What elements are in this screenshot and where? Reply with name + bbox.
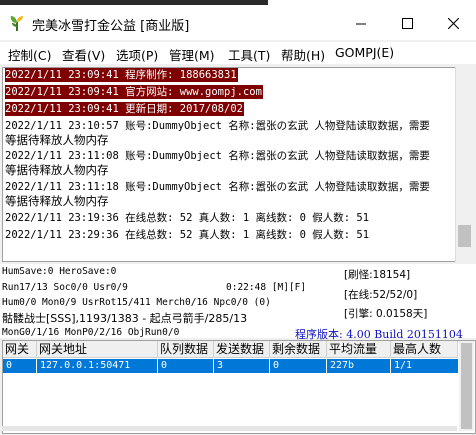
log-line: 2022/1/11 23:09:41 官方网站: www.gompj.com xyxy=(5,85,263,99)
window-title: 完美冰雪打金公益 [商业版] xyxy=(32,19,190,34)
maximize-icon xyxy=(401,18,413,29)
menu-tools[interactable]: 工具(T) xyxy=(228,45,270,64)
status-save: HumSave:0 HeroSave:0 xyxy=(2,266,117,277)
log-pane[interactable]: 2022/1/11 23:09:41 程序制作: 188663831 2022/… xyxy=(2,67,456,262)
menu-manage[interactable]: 管理(M) xyxy=(169,45,215,64)
menu-help[interactable]: 帮助(H) xyxy=(281,45,325,64)
col-header-max-users[interactable]: 最高人数 xyxy=(391,341,458,358)
minimize-icon xyxy=(356,23,366,24)
col-header-avg-traffic[interactable]: 平均流量 xyxy=(327,341,391,358)
status-run: Run17/13 Soc0/0 Usr0/9 xyxy=(2,282,128,293)
table-scrollbar[interactable] xyxy=(459,341,474,431)
menu-view[interactable]: 查看(V) xyxy=(62,45,105,64)
title-bar: 完美冰雪打金公益 [商业版] xyxy=(0,7,476,40)
cell-queue: 0 xyxy=(158,359,214,373)
close-icon xyxy=(447,18,459,29)
status-hum: Hum0/0 Mon0/9 UsrRot15/411 Merch0/16 Npc… xyxy=(2,297,271,308)
log-line: 2022/1/11 23:29:36 在线总数: 52 真人数: 1 离线数: … xyxy=(5,229,370,241)
cell-sent: 3 xyxy=(214,359,270,373)
minimize-button[interactable] xyxy=(338,7,384,40)
online-count: [在线:52/52/0] xyxy=(344,289,418,301)
cell-gateway: 0 xyxy=(3,359,37,373)
engine-uptime: [引擎: 0.0158天] xyxy=(344,308,428,320)
col-header-gateway[interactable]: 网关 xyxy=(3,341,37,358)
log-line: 等据待释放人物内存 xyxy=(5,163,109,177)
log-line: 等据待释放人物内存 xyxy=(5,133,109,147)
log-scroll-thumb[interactable] xyxy=(458,225,471,247)
maximize-button[interactable] xyxy=(384,7,430,40)
top-strip xyxy=(0,0,476,7)
top-strip-dark xyxy=(0,0,268,5)
cell-avg-traffic: 227b xyxy=(327,359,391,373)
log-scrollbar[interactable] xyxy=(455,67,473,262)
log-line: 2022/1/11 23:09:41 更新日期: 2017/08/02 xyxy=(5,102,244,116)
log-line: 2022/1/11 23:19:36 在线总数: 52 真人数: 1 离线数: … xyxy=(5,212,370,224)
status-time: 0:22:48 [M][F] xyxy=(226,282,307,293)
menu-gompj[interactable]: GOMPJ(E) xyxy=(335,45,394,60)
menu-control[interactable]: 控制(C) xyxy=(8,45,51,64)
status-monster: 骷髅战士[SSS],1193/1383 - 起点弓箭手/285/13 xyxy=(2,312,248,325)
log-line: 2022/1/11 23:09:41 程序制作: 188663831 xyxy=(5,68,238,82)
log-line: 2022/1/11 23:11:08 账号:DummyObject 名称:嚣张の… xyxy=(5,150,430,162)
col-header-queue[interactable]: 队列数据 xyxy=(158,341,214,358)
menu-options[interactable]: 选项(P) xyxy=(116,45,158,64)
horizontal-scrollbar[interactable] xyxy=(2,426,457,431)
status-pane: HumSave:0 HeroSave:0 Run17/13 Soc0/0 Usr… xyxy=(0,264,476,341)
gateway-table: 网关 网关地址 队列数据 发送数据 剩余数据 平均流量 最高人数 0 127.0… xyxy=(2,340,476,434)
col-header-address[interactable]: 网关地址 xyxy=(37,341,158,358)
plant-app-icon xyxy=(10,16,23,31)
col-header-remaining[interactable]: 剩余数据 xyxy=(270,341,327,358)
status-mong: MonG0/1/16 MonP0/2/16 ObjRun0/0 xyxy=(2,327,180,338)
cell-max-users: 1/1 xyxy=(394,360,413,371)
cell-remaining: 0 xyxy=(270,359,327,373)
menu-bar: 控制(C) 查看(V) 选项(P) 管理(M) 工具(T) 帮助(H) GOMP… xyxy=(0,42,476,64)
server-window: 完美冰雪打金公益 [商业版] 控制(C) 查看(V) 选项(P) 管理(M) 工… xyxy=(0,7,476,435)
log-line: 等据待释放人物内存 xyxy=(5,194,109,208)
refresh-count: [刷怪:18154] xyxy=(344,269,411,281)
table-scroll-thumb[interactable] xyxy=(461,343,472,429)
close-button[interactable] xyxy=(430,7,476,40)
log-line: 2022/1/11 23:11:18 账号:DummyObject 名称:嚣张の… xyxy=(5,181,430,193)
cell-address: 127.0.0.1:50471 xyxy=(37,359,158,373)
log-line: 2022/1/11 23:10:57 账号:DummyObject 名称:嚣张の… xyxy=(5,120,430,132)
col-header-sent[interactable]: 发送数据 xyxy=(214,341,270,358)
